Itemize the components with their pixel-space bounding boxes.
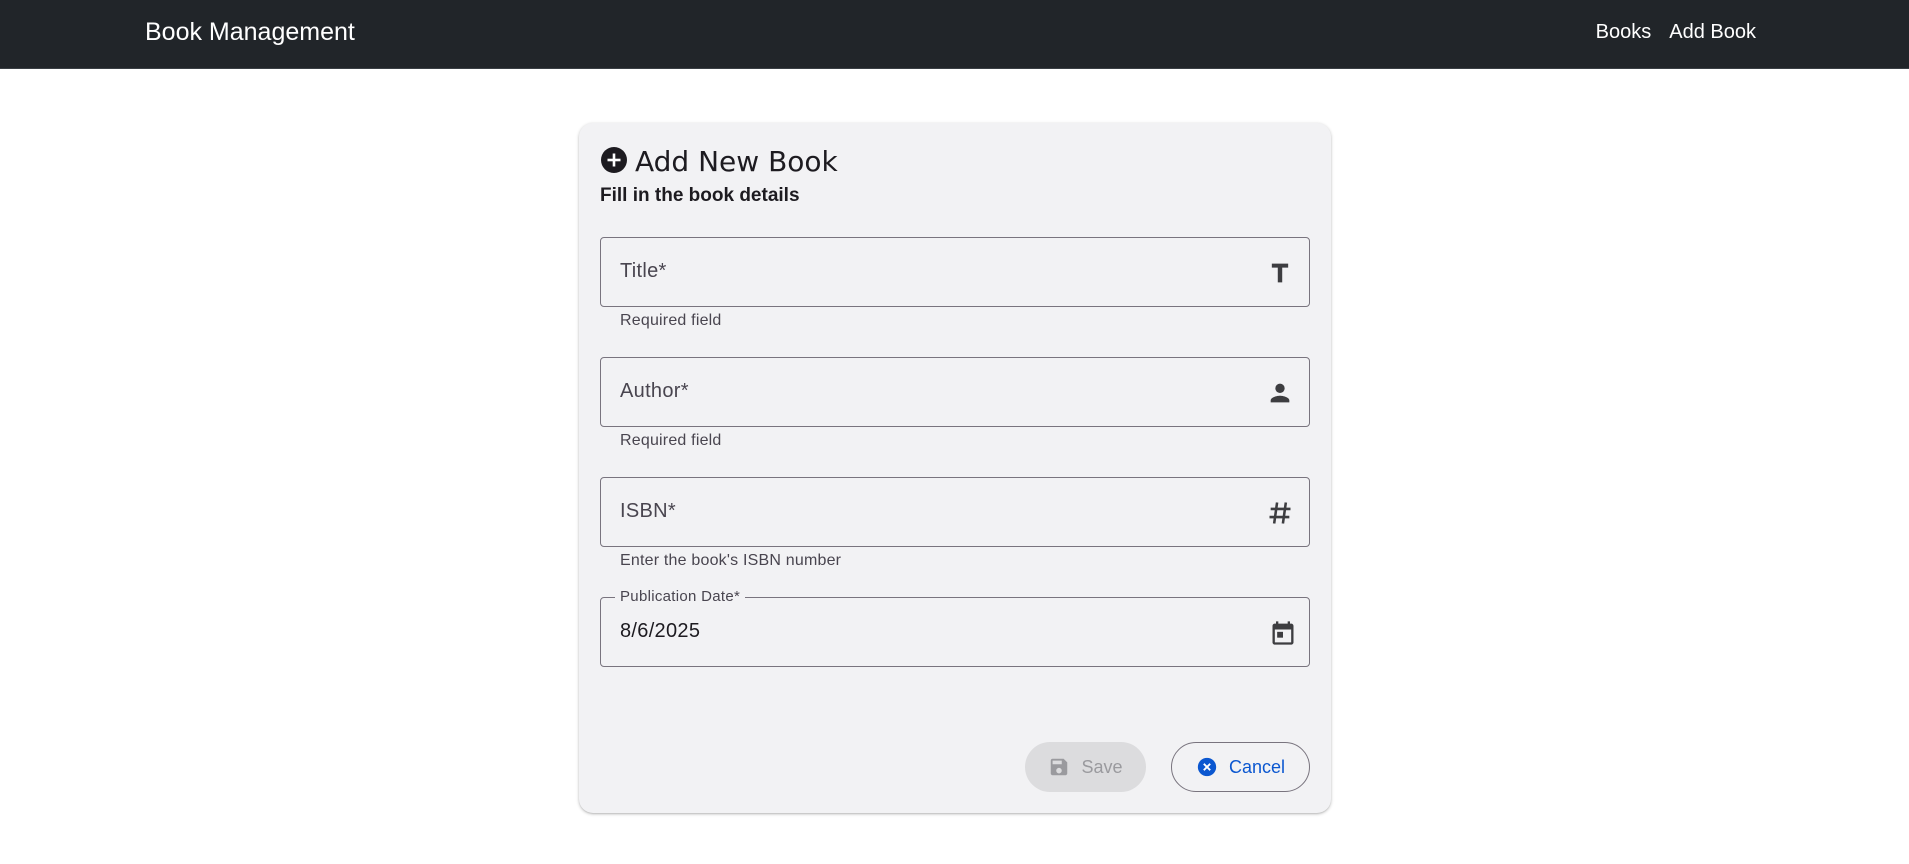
save-icon xyxy=(1051,758,1068,776)
text-format-icon xyxy=(1271,263,1289,283)
card-subtitle: Fill in the book details xyxy=(600,185,800,206)
cancel-icon xyxy=(1197,757,1217,777)
isbn-field-label: ISBN* xyxy=(620,500,676,522)
save-button[interactable]: Save xyxy=(1025,742,1146,792)
add-book-card: Add New Book xyxy=(579,123,1331,813)
cancel-button-label: Cancel xyxy=(1228,756,1286,777)
isbn-helper-text: Enter the book's ISBN number xyxy=(620,552,842,569)
person-icon xyxy=(1270,383,1290,403)
title-field-label: Title* xyxy=(620,260,667,282)
nav-link-add-book[interactable]: Add Book xyxy=(1669,21,1756,44)
nav-link-books[interactable]: Books xyxy=(1596,21,1652,44)
card-header: Add New Book xyxy=(601,145,838,178)
title-helper-text: Required field xyxy=(620,312,722,329)
top-navbar: Book Management Books Add Book xyxy=(0,0,1909,69)
author-field[interactable]: Author* xyxy=(600,357,1310,427)
isbn-field[interactable]: ISBN* xyxy=(600,477,1310,547)
card-title: Add New Book xyxy=(635,145,838,178)
publication-date-value: 8/6/2025 xyxy=(620,620,701,642)
author-helper-text: Required field xyxy=(620,432,722,449)
brand-link[interactable]: Book Management xyxy=(145,18,355,47)
hashtag-icon xyxy=(1269,502,1291,524)
add-circle-icon xyxy=(601,146,627,173)
title-field[interactable]: Title* xyxy=(600,237,1310,307)
calendar-icon[interactable] xyxy=(1269,619,1297,647)
nav-links: Books Add Book xyxy=(1596,21,1756,44)
publication-date-field[interactable]: Publication Date* 8/6/2025 xyxy=(600,588,1310,667)
publication-date-label: Publication Date* xyxy=(615,588,746,605)
save-button-label: Save xyxy=(1081,756,1123,777)
cancel-button[interactable]: Cancel xyxy=(1171,742,1310,792)
author-field-label: Author* xyxy=(620,380,689,402)
